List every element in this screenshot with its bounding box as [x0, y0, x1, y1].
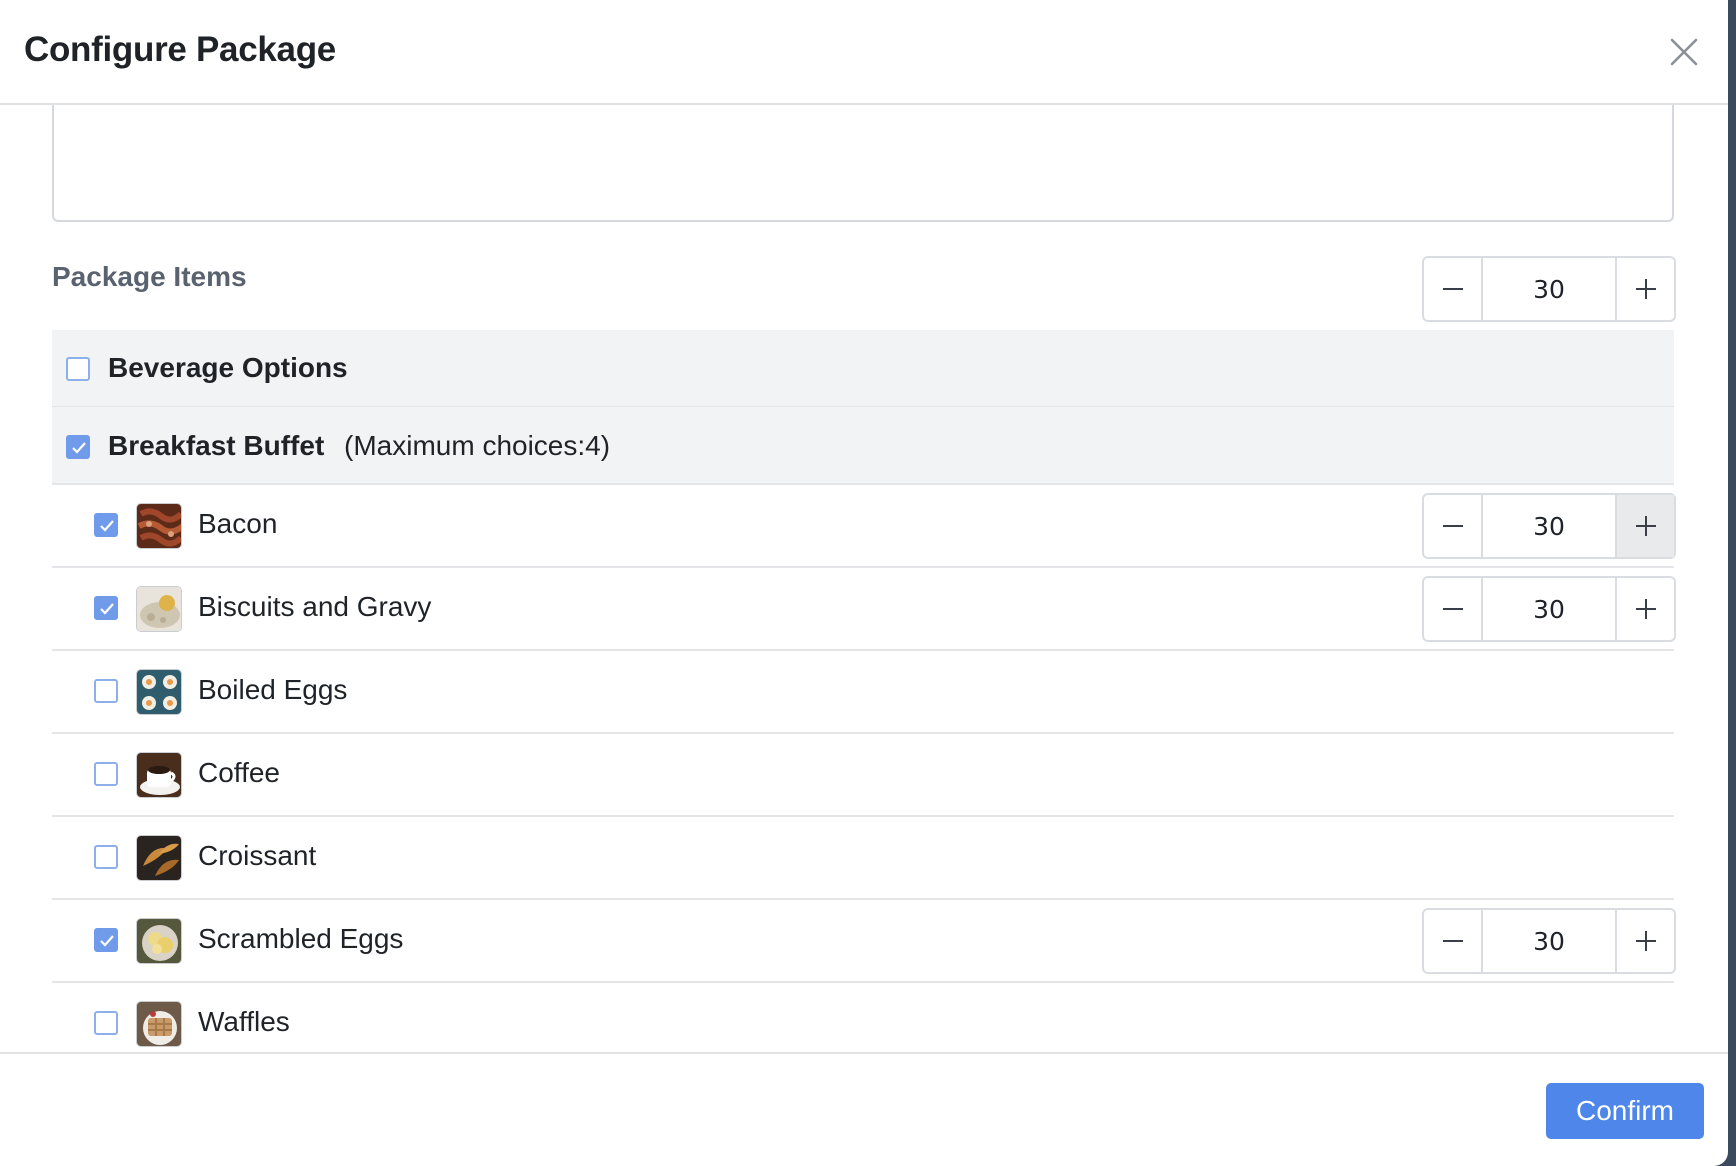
quantity-value[interactable]: 30 [1483, 578, 1615, 640]
plus-icon [1635, 931, 1656, 951]
list-item[interactable]: Biscuits and Gravy 30 [52, 568, 1676, 651]
check-icon [100, 603, 114, 615]
item-quantity-stepper: 30 [1422, 908, 1676, 974]
item-checkbox[interactable] [94, 679, 118, 703]
modal-body: Package Items 30 Beverage Options Breakf… [0, 105, 1728, 1052]
minus-icon [1442, 940, 1463, 942]
list-item[interactable]: Scrambled Eggs 30 [52, 900, 1676, 983]
plus-icon [1635, 599, 1656, 619]
quantity-value[interactable]: 30 [1483, 910, 1615, 972]
increment-button[interactable] [1615, 910, 1674, 972]
list-item[interactable]: Waffles [52, 983, 1674, 1052]
item-checkbox[interactable] [94, 762, 118, 786]
increment-button[interactable] [1615, 578, 1674, 640]
item-checkbox[interactable] [94, 845, 118, 869]
boiled-eggs-thumbnail [136, 669, 182, 715]
biscuits-and-gravy-thumbnail [136, 586, 182, 632]
confirm-button[interactable]: Confirm [1546, 1083, 1704, 1139]
group-row-beverage-options[interactable]: Beverage Options [52, 330, 1674, 408]
configure-package-modal: Configure Package Package Items 30 Bever… [0, 0, 1728, 1166]
list-item[interactable]: Croissant [52, 817, 1674, 900]
decrement-button[interactable] [1424, 258, 1483, 320]
package-items-label: Package Items [52, 261, 247, 292]
decrement-button[interactable] [1424, 578, 1483, 640]
item-label: Croissant [198, 840, 317, 871]
modal-header: Configure Package [0, 0, 1728, 105]
group-title: Breakfast Buffet [108, 430, 325, 461]
group-title: Beverage Options [108, 352, 348, 383]
increment-button[interactable] [1615, 495, 1674, 557]
minus-icon [1442, 288, 1463, 290]
bacon-thumbnail [136, 503, 182, 549]
max-choices-note: (Maximum choices:4) [344, 430, 611, 461]
item-label: Scrambled Eggs [198, 923, 404, 954]
check-icon [100, 520, 114, 532]
plus-icon [1635, 279, 1656, 299]
plus-icon [1635, 516, 1656, 536]
item-checkbox[interactable] [94, 513, 118, 537]
list-item[interactable]: Boiled Eggs [52, 651, 1674, 734]
decrement-button[interactable] [1424, 495, 1483, 557]
item-label: Boiled Eggs [198, 674, 348, 705]
modal-title: Configure Package [24, 30, 336, 69]
coffee-thumbnail [136, 752, 182, 798]
item-label: Waffles [198, 1006, 290, 1037]
item-quantity-stepper: 30 [1422, 493, 1676, 559]
check-icon [100, 935, 114, 947]
scrambled-eggs-thumbnail [136, 918, 182, 964]
item-label: Coffee [198, 757, 280, 788]
item-quantity-stepper: 30 [1422, 576, 1676, 642]
item-checkbox[interactable] [94, 928, 118, 952]
check-icon [72, 442, 86, 454]
package-notes-textarea[interactable] [52, 105, 1674, 222]
decrement-button[interactable] [1424, 910, 1483, 972]
list-item[interactable]: Coffee [52, 734, 1674, 817]
waffles-thumbnail [136, 1001, 182, 1047]
increment-button[interactable] [1615, 258, 1674, 320]
item-checkbox[interactable] [94, 596, 118, 620]
item-label: Bacon [198, 508, 278, 539]
minus-icon [1442, 525, 1463, 527]
croissant-thumbnail [136, 835, 182, 881]
group-checkbox[interactable] [66, 435, 90, 459]
minus-icon [1442, 608, 1463, 610]
item-label: Biscuits and Gravy [198, 591, 432, 622]
close-icon[interactable] [1664, 32, 1704, 72]
quantity-value[interactable]: 30 [1483, 495, 1615, 557]
group-checkbox[interactable] [66, 357, 90, 381]
group-row-breakfast-buffet[interactable]: Breakfast Buffet (Maximum choices:4) [52, 407, 1674, 485]
item-checkbox[interactable] [94, 1011, 118, 1035]
package-quantity-stepper: 30 [1422, 256, 1676, 322]
list-item[interactable]: Bacon 30 [52, 485, 1676, 568]
modal-footer: Confirm [0, 1052, 1728, 1166]
quantity-value[interactable]: 30 [1483, 258, 1615, 320]
